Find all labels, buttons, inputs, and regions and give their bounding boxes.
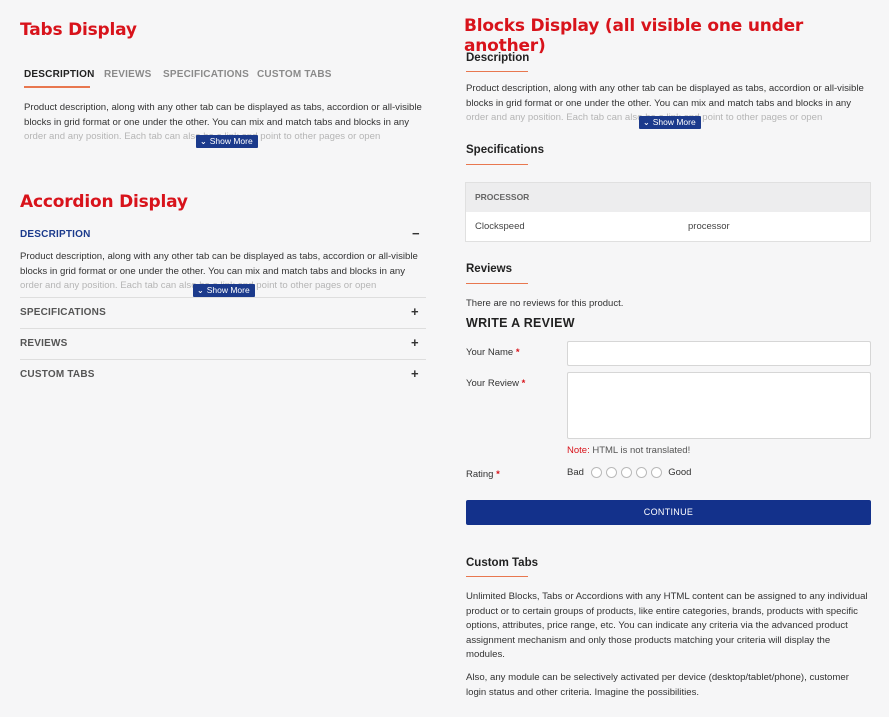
rating-radio-3[interactable] — [620, 467, 632, 478]
spec-value: processor — [688, 221, 730, 232]
tabs-display-title: Tabs Display — [20, 20, 137, 40]
block-title-underline — [466, 283, 528, 284]
block-title-underline — [466, 576, 528, 577]
block-title-underline — [466, 164, 528, 165]
table-row: Clockspeed processor — [466, 212, 870, 241]
plus-icon[interactable]: + — [411, 335, 419, 350]
block-description-title: Description — [466, 52, 530, 64]
spec-group-header: PROCESSOR — [466, 183, 870, 212]
rating-radio-5[interactable] — [650, 467, 662, 478]
name-field-label: Your Name * — [466, 347, 520, 358]
block-title-underline — [466, 71, 528, 72]
tab-reviews[interactable]: REVIEWS — [104, 69, 152, 80]
tabs-show-more-button[interactable]: ⌄ Show More — [196, 135, 258, 148]
chevron-down-icon: ⌄ — [643, 118, 650, 127]
rating-radio-4[interactable] — [635, 467, 647, 478]
accordion-divider — [20, 297, 426, 298]
plus-icon[interactable]: + — [411, 366, 419, 381]
chevron-down-icon: ⌄ — [197, 286, 204, 295]
spec-name: Clockspeed — [475, 221, 525, 232]
accordion-divider — [20, 328, 426, 329]
block-reviews-title: Reviews — [466, 263, 513, 275]
tab-description[interactable]: DESCRIPTION — [24, 69, 95, 80]
plus-icon[interactable]: + — [411, 304, 419, 319]
custom-tabs-paragraph-2: Also, any module can be selectively acti… — [466, 672, 849, 698]
accordion-item-description[interactable]: DESCRIPTION — [20, 229, 91, 240]
rating-label: Rating * — [466, 469, 500, 480]
write-review-heading: WRITE A REVIEW — [466, 316, 575, 330]
chevron-down-icon: ⌄ — [200, 137, 207, 146]
accordion-item-custom-tabs[interactable]: CUSTOM TABS — [20, 369, 95, 380]
rating-control: Bad Good — [567, 467, 691, 478]
minus-icon[interactable]: − — [412, 226, 420, 241]
accordion-display-title: Accordion Display — [20, 192, 188, 212]
review-textarea[interactable] — [567, 372, 871, 439]
specifications-table: PROCESSOR Clockspeed processor — [465, 182, 871, 242]
block-specifications-title: Specifications — [466, 144, 544, 156]
rating-good-label: Good — [668, 467, 692, 479]
block-custom-tabs-title: Custom Tabs — [466, 557, 538, 569]
accordion-show-more-button[interactable]: ⌄ Show More — [193, 284, 255, 297]
no-reviews-text: There are no reviews for this product. — [466, 298, 624, 309]
accordion-item-reviews[interactable]: REVIEWS — [20, 338, 68, 349]
name-input[interactable] — [567, 341, 871, 366]
tab-active-underline — [24, 86, 90, 88]
review-field-label: Your Review * — [466, 378, 526, 389]
custom-tabs-paragraph-1: Unlimited Blocks, Tabs or Accordions wit… — [466, 591, 868, 660]
accordion-item-specifications[interactable]: SPECIFICATIONS — [20, 307, 106, 318]
tab-custom-tabs[interactable]: CUSTOM TABS — [257, 69, 332, 80]
accordion-divider — [20, 359, 426, 360]
rating-radio-1[interactable] — [590, 467, 602, 478]
block-show-more-button[interactable]: ⌄ Show More — [639, 116, 701, 129]
rating-bad-label: Bad — [567, 467, 584, 479]
tab-specifications[interactable]: SPECIFICATIONS — [163, 69, 249, 80]
continue-button[interactable]: CONTINUE — [466, 500, 871, 525]
blocks-display-title: Blocks Display (all visible one under an… — [464, 16, 804, 56]
html-note: Note: HTML is not translated! — [567, 445, 691, 456]
rating-radio-2[interactable] — [605, 467, 617, 478]
